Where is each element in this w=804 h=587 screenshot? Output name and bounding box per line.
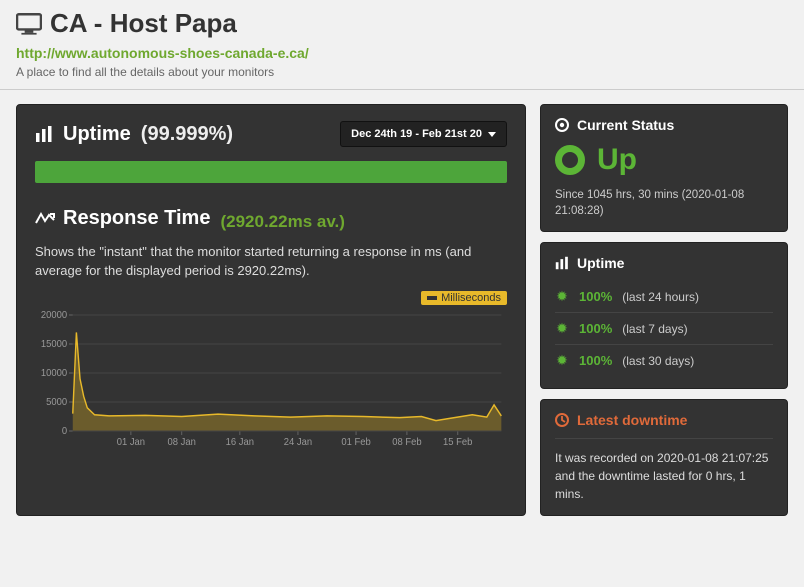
date-range-picker[interactable]: Dec 24th 19 - Feb 21st 20 xyxy=(340,121,507,147)
clock-icon xyxy=(555,413,569,427)
monitor-url-link[interactable]: http://www.autonomous-shoes-canada-e.ca/ xyxy=(16,45,309,61)
content-row: Uptime (99.999%) Dec 24th 19 - Feb 21st … xyxy=(0,90,804,530)
uptime-card-heading: Uptime xyxy=(555,255,773,271)
response-section-header: Response Time (2920.22ms av.) xyxy=(35,207,507,232)
burst-icon: ✹ xyxy=(555,354,569,368)
svg-text:08 Feb: 08 Feb xyxy=(392,436,421,447)
svg-text:01 Jan: 01 Jan xyxy=(117,436,145,447)
uptime-item-pct: 100% xyxy=(579,321,612,336)
svg-text:24 Jan: 24 Jan xyxy=(284,436,312,447)
svg-text:01 Feb: 01 Feb xyxy=(341,436,370,447)
svg-text:10000: 10000 xyxy=(41,367,68,378)
burst-icon: ✹ xyxy=(555,290,569,304)
response-description: Shows the "instant" that the monitor sta… xyxy=(35,242,507,281)
uptime-item-range: (last 7 days) xyxy=(622,322,687,336)
svg-text:15 Feb: 15 Feb xyxy=(443,436,472,447)
uptime-item-range: (last 24 hours) xyxy=(622,290,699,304)
status-body: Up xyxy=(555,143,773,177)
chevron-down-icon xyxy=(488,132,496,137)
uptime-title: Uptime (99.999%) xyxy=(35,123,233,146)
legend-item-ms: Milliseconds xyxy=(421,291,507,305)
status-since: Since 1045 hrs, 30 mins (2020-01-08 21:0… xyxy=(555,187,773,219)
title-row: CA - Host Papa xyxy=(16,8,788,39)
uptime-heading-text: Uptime xyxy=(577,255,624,271)
chart-legend: Milliseconds xyxy=(35,291,507,305)
status-heading-text: Current Status xyxy=(577,117,674,133)
status-card-heading: Current Status xyxy=(555,117,773,133)
uptime-item: ✹ 100% (last 30 days) xyxy=(555,344,773,376)
uptime-percentage: (99.999%) xyxy=(141,123,233,146)
svg-text:20000: 20000 xyxy=(41,311,68,321)
downtime-heading: Latest downtime xyxy=(555,412,773,428)
svg-text:0: 0 xyxy=(62,425,68,436)
uptime-item-pct: 100% xyxy=(579,353,612,368)
uptime-item: ✹ 100% (last 7 days) xyxy=(555,312,773,344)
response-title-text: Response Time xyxy=(63,207,210,230)
svg-text:5000: 5000 xyxy=(46,396,68,407)
response-title: Response Time xyxy=(35,207,210,230)
page-header: CA - Host Papa http://www.autonomous-sho… xyxy=(0,0,804,90)
status-card: Current Status Up Since 1045 hrs, 30 min… xyxy=(540,104,788,232)
uptime-bar-chart xyxy=(35,161,507,183)
svg-text:16 Jan: 16 Jan xyxy=(226,436,254,447)
downtime-card: Latest downtime It was recorded on 2020-… xyxy=(540,399,788,516)
bars-icon xyxy=(555,256,569,270)
date-range-label: Dec 24th 19 - Feb 21st 20 xyxy=(351,128,482,140)
bars-icon xyxy=(35,125,53,143)
page-subtitle: A place to find all the details about yo… xyxy=(16,65,788,79)
uptime-item: ✹ 100% (last 24 hours) xyxy=(555,281,773,312)
response-avg: (2920.22ms av.) xyxy=(220,212,344,232)
record-icon xyxy=(555,118,569,132)
uptime-section-header: Uptime (99.999%) Dec 24th 19 - Feb 21st … xyxy=(35,121,507,147)
status-up-icon xyxy=(555,145,585,175)
side-column: Current Status Up Since 1045 hrs, 30 min… xyxy=(540,104,788,516)
burst-icon: ✹ xyxy=(555,322,569,336)
main-panel: Uptime (99.999%) Dec 24th 19 - Feb 21st … xyxy=(16,104,526,516)
svg-text:15000: 15000 xyxy=(41,338,68,349)
svg-text:08 Jan: 08 Jan xyxy=(168,436,196,447)
uptime-title-text: Uptime xyxy=(63,123,131,146)
uptime-list: ✹ 100% (last 24 hours) ✹ 100% (last 7 da… xyxy=(555,281,773,376)
uptime-item-pct: 100% xyxy=(579,289,612,304)
status-state: Up xyxy=(597,143,637,177)
page-title: CA - Host Papa xyxy=(50,8,237,39)
response-chart: 0 5000 10000 15000 20000 01 Jan 08 Jan 16 Jan 24… xyxy=(35,311,507,451)
monitor-icon xyxy=(16,13,42,35)
downtime-text: It was recorded on 2020-01-08 21:07:25 a… xyxy=(555,438,773,503)
trend-icon xyxy=(35,211,55,227)
uptime-item-range: (last 30 days) xyxy=(622,354,694,368)
downtime-heading-text: Latest downtime xyxy=(577,412,687,428)
uptime-card: Uptime ✹ 100% (last 24 hours) ✹ 100% (la… xyxy=(540,242,788,389)
